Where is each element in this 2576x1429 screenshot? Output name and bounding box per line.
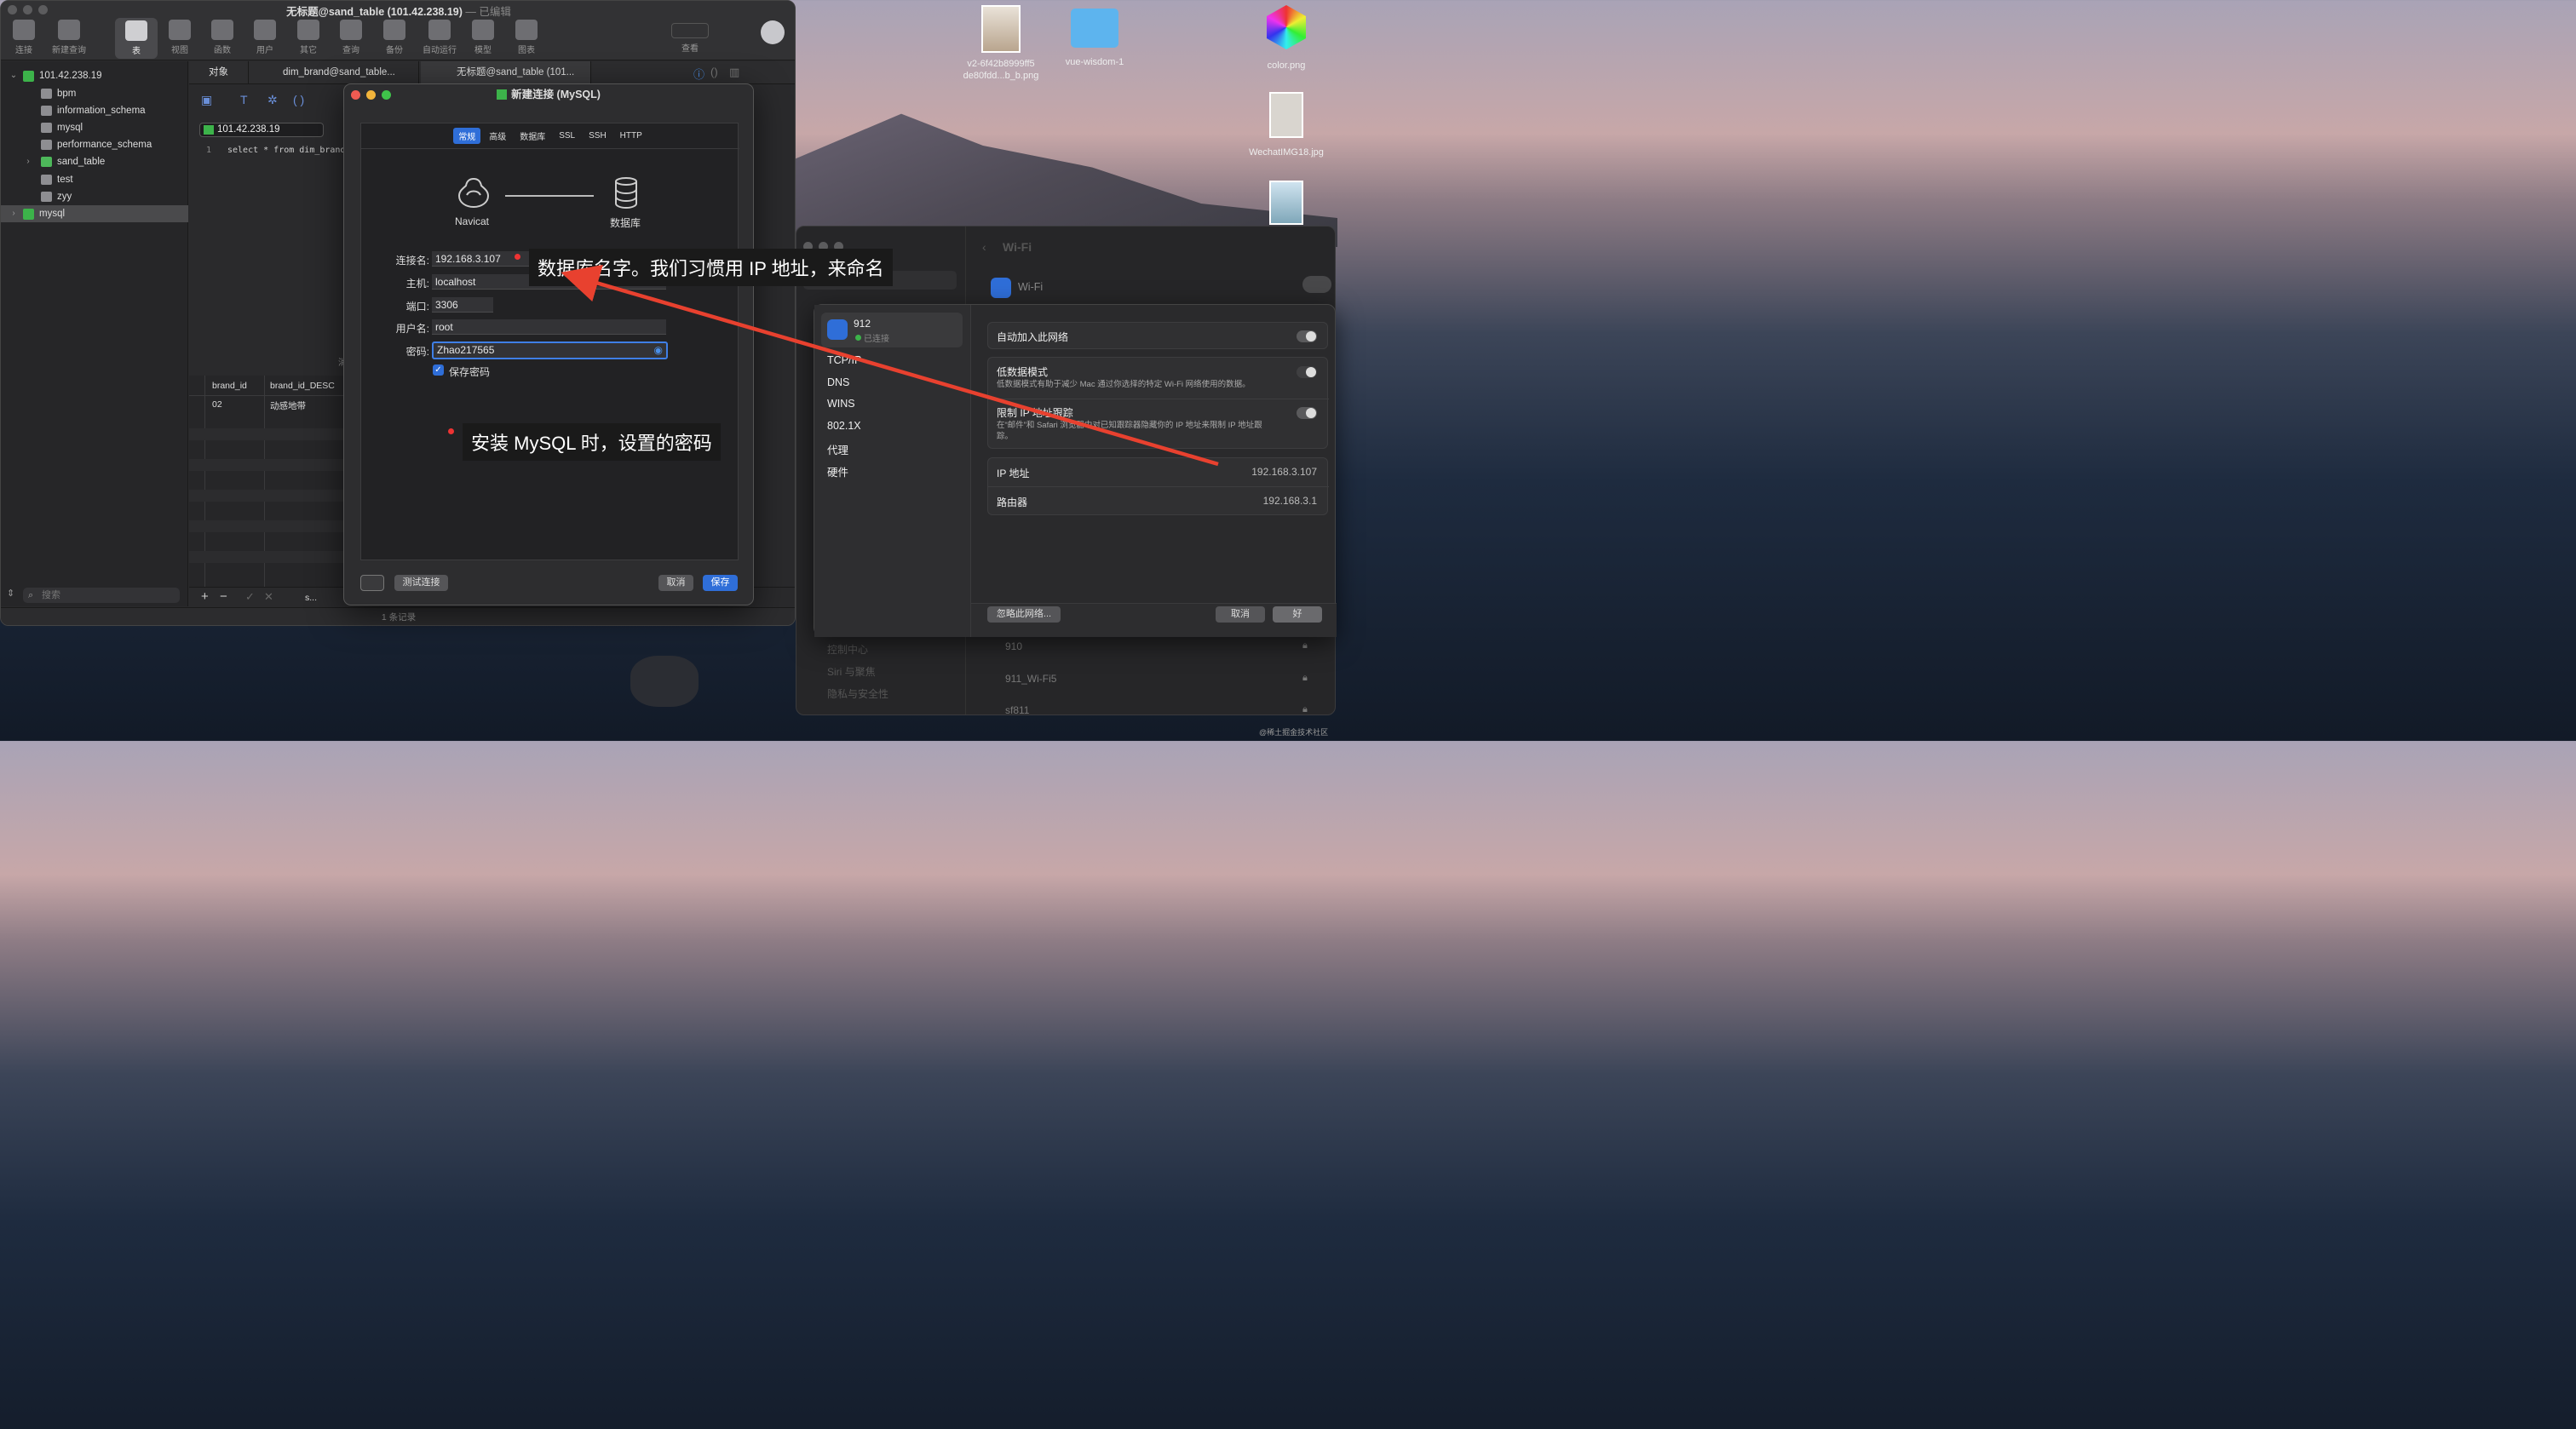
annotation-arrow: [561, 264, 1219, 467]
watermark: @稀土掘金技术社区: [1259, 728, 1329, 737]
